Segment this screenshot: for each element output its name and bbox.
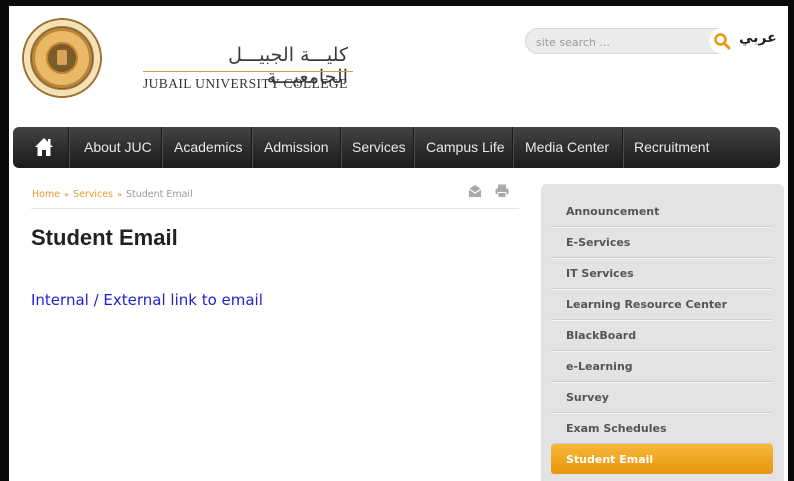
sidebar-item-exam-schedules[interactable]: Exam Schedules: [551, 413, 773, 444]
nav-separator: [413, 127, 414, 168]
search-button[interactable]: [709, 28, 735, 54]
nav-item-about-juc[interactable]: About JUC: [84, 127, 152, 168]
sidebar-item-e-learning[interactable]: e-Learning: [551, 351, 773, 382]
nav-item-admission[interactable]: Admission: [264, 127, 329, 168]
search-box: [525, 28, 735, 54]
search-input[interactable]: [536, 33, 686, 51]
window-frame-right: [788, 0, 794, 481]
breadcrumb: Home» Services» Student Email: [32, 189, 193, 200]
logo-divider: [143, 71, 353, 72]
sidebar-item-e-services[interactable]: E-Services: [551, 227, 773, 258]
nav-item-campus-life[interactable]: Campus Life: [426, 127, 505, 168]
sidebar-item-survey[interactable]: Survey: [551, 382, 773, 413]
breadcrumb-home[interactable]: Home: [32, 189, 60, 200]
sidebar-item-blackboard[interactable]: BlackBoard: [551, 320, 773, 351]
nav-item-media-center[interactable]: Media Center: [525, 127, 609, 168]
main-nav: About JUC Academics Admission Services C…: [13, 127, 780, 168]
nav-separator: [512, 127, 513, 168]
page-title: Student Email: [31, 225, 178, 250]
college-name-english[interactable]: JUBAIL UNIVERSITY COLLEGE: [143, 76, 358, 92]
sidebar-item-it-services[interactable]: IT Services: [551, 258, 773, 289]
nav-separator: [68, 127, 69, 168]
breadcrumb-separator: »: [64, 190, 69, 199]
nav-separator: [161, 127, 162, 168]
arabic-language-link[interactable]: عربي: [739, 30, 777, 46]
nav-separator: [622, 127, 623, 168]
breadcrumb-services[interactable]: Services: [73, 189, 113, 200]
email-icon[interactable]: [467, 183, 483, 199]
window-frame-left: [0, 0, 9, 481]
juc-seal-logo[interactable]: [22, 18, 102, 98]
print-icon[interactable]: [494, 183, 510, 199]
nav-item-services[interactable]: Services: [352, 127, 406, 168]
nav-item-academics[interactable]: Academics: [174, 127, 242, 168]
sidebar-item-student-email[interactable]: Student Email: [551, 444, 773, 474]
nav-separator: [251, 127, 252, 168]
breadcrumb-divider: [31, 208, 519, 209]
sidebar-item-announcement[interactable]: Announcement: [551, 196, 773, 227]
email-link[interactable]: Internal / External link to email: [31, 291, 263, 309]
breadcrumb-separator: »: [117, 190, 122, 199]
sidebar-item-learning-resource-center[interactable]: Learning Resource Center: [551, 289, 773, 320]
seal-emblem: [48, 44, 76, 72]
breadcrumb-current: Student Email: [125, 189, 193, 200]
nav-item-recruitment[interactable]: Recruitment: [634, 127, 709, 168]
nav-separator: [340, 127, 341, 168]
home-icon[interactable]: [33, 136, 55, 158]
search-icon: [714, 33, 731, 50]
